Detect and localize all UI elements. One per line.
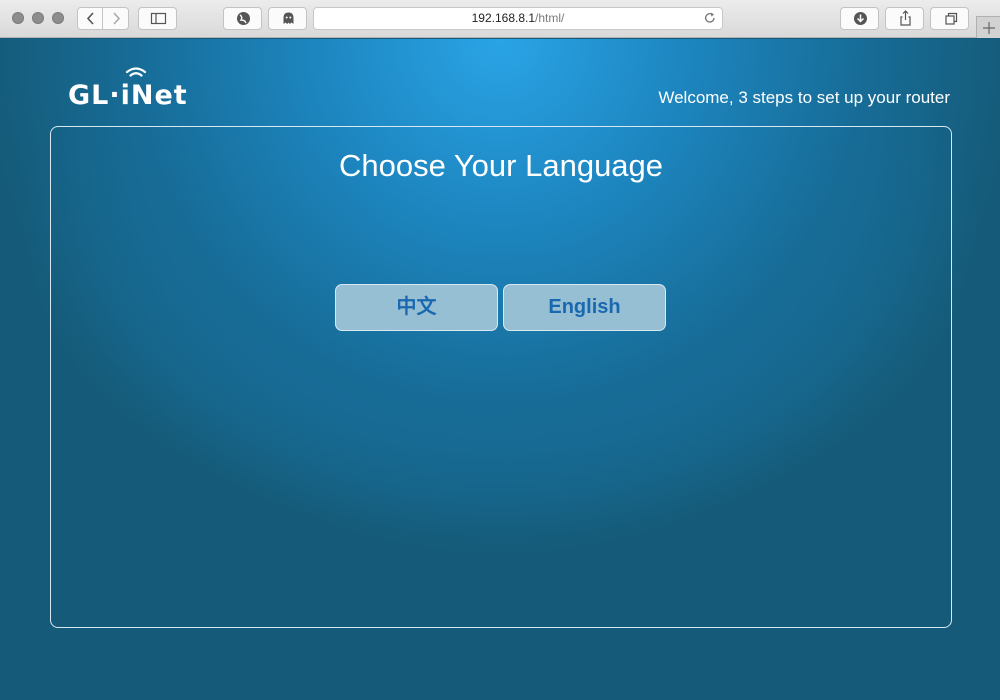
reload-icon[interactable]	[703, 11, 717, 25]
downloads-button[interactable]	[840, 7, 879, 30]
page-content: GL·iNet Welcome, 3 steps to set up your …	[0, 39, 1000, 700]
share-button[interactable]	[885, 7, 924, 30]
browser-toolbar: 192.168.8.1/html/	[0, 0, 1000, 38]
logo-text: GL·iNet	[68, 80, 188, 111]
close-window-button[interactable]	[12, 12, 24, 24]
url-path: /html/	[535, 11, 565, 25]
ghost-extension-button[interactable]	[268, 7, 307, 30]
wifi-icon	[125, 67, 147, 77]
new-tab-button[interactable]	[976, 16, 1000, 38]
page-title: Choose Your Language	[338, 148, 664, 183]
forward-button[interactable]	[103, 7, 129, 30]
chevron-left-icon	[86, 12, 94, 25]
english-language-button[interactable]: English	[503, 284, 666, 331]
extension-button[interactable]	[223, 7, 262, 30]
chevron-right-icon	[113, 12, 121, 25]
sidebar-icon	[150, 12, 167, 25]
zoom-window-button[interactable]	[52, 12, 64, 24]
plus-icon	[983, 22, 995, 34]
setup-panel: Choose Your Language 中文 English	[50, 126, 952, 628]
chinese-language-button[interactable]: 中文	[335, 284, 498, 331]
globe-extension-icon	[237, 12, 250, 25]
minimize-window-button[interactable]	[32, 12, 44, 24]
tabs-icon	[945, 12, 958, 25]
share-icon	[900, 10, 911, 26]
url-host: 192.168.8.1	[471, 11, 536, 25]
back-button[interactable]	[77, 7, 103, 30]
welcome-message: Welcome, 3 steps to set up your router	[658, 88, 950, 107]
sidebar-toggle-button[interactable]	[138, 7, 177, 30]
address-bar[interactable]: 192.168.8.1/html/	[313, 7, 723, 30]
download-icon	[854, 12, 867, 25]
ghost-icon	[283, 12, 294, 24]
tabs-overview-button[interactable]	[930, 7, 969, 30]
